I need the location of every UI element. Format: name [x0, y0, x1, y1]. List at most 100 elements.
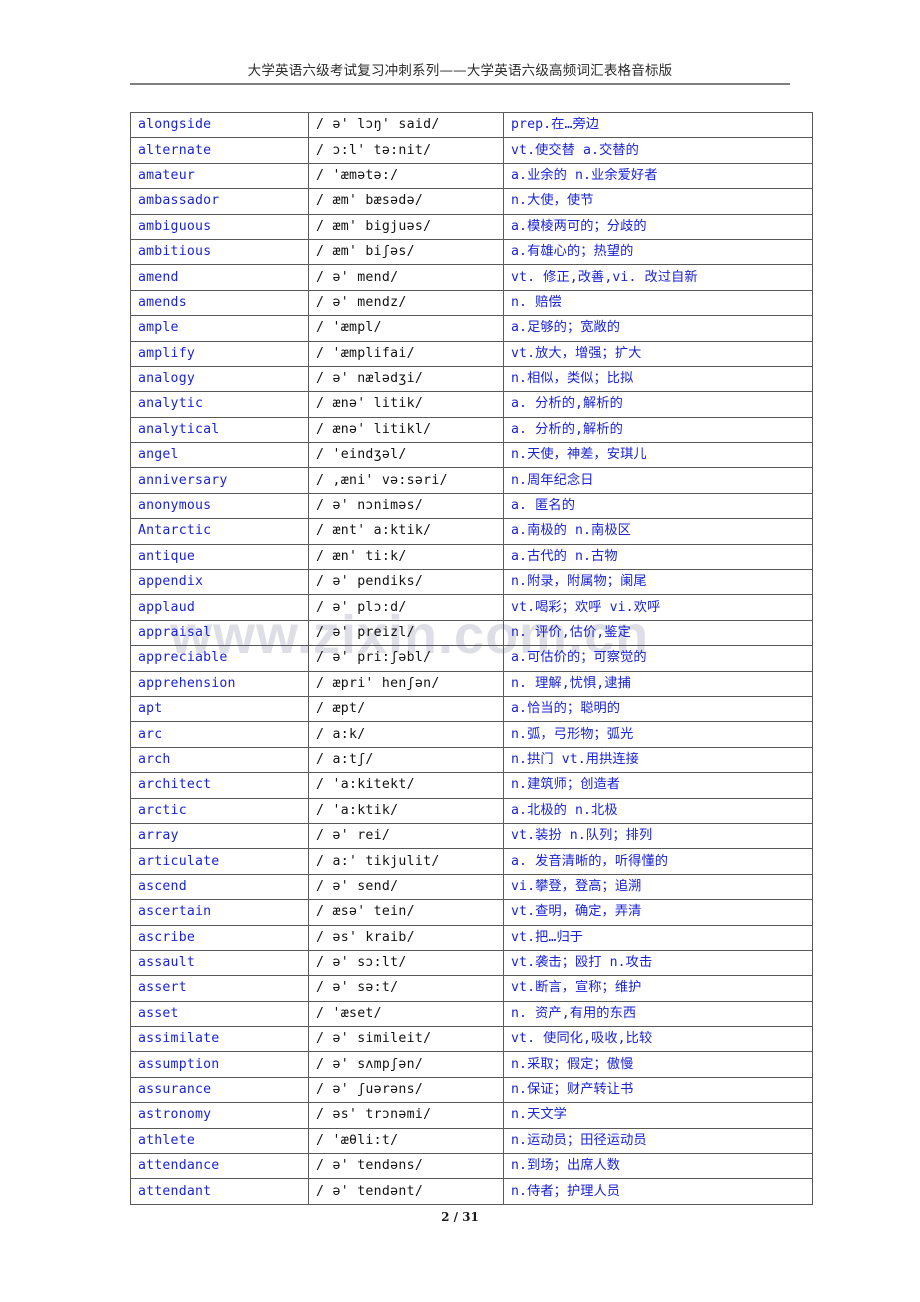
vocab-word: astronomy: [130, 1102, 309, 1129]
vocab-word: assimilate: [130, 1026, 309, 1053]
vocab-word: analytical: [130, 416, 309, 444]
vocab-word: architect: [130, 772, 309, 799]
vocab-meaning: n.周年纪念日: [503, 467, 813, 494]
table-row: ambassador / æm' bæsədə/n.大使，使节: [130, 188, 813, 215]
header-divider: [130, 83, 790, 85]
vocab-meaning: a. 匿名的: [503, 492, 813, 520]
vocab-phonetic: / ə' tendəns/: [308, 1153, 504, 1180]
table-row: attendance / ə' tendəns/n.到场；出席人数: [130, 1153, 813, 1180]
vocab-word: Antarctic: [130, 518, 309, 545]
vocab-phonetic: / ə' pendiks/: [308, 569, 504, 596]
vocab-meaning: vt.喝彩；欢呼 vi.欢呼: [503, 594, 813, 621]
vocab-meaning: n.建筑师；创造者: [503, 772, 813, 799]
vocab-word: asset: [130, 1000, 309, 1028]
vocab-meaning: a.恰当的；聪明的: [503, 695, 813, 723]
table-row: ascribe / əs' kraib/vt.把…归于: [130, 924, 813, 951]
vocab-word: amends: [130, 289, 309, 317]
vocab-meaning: a.可估价的；可察觉的: [503, 645, 813, 672]
vocab-meaning: n.到场；出席人数: [503, 1153, 813, 1180]
vocab-word: ambitious: [130, 238, 309, 266]
vocab-word: arctic: [130, 797, 309, 824]
vocab-phonetic: / ə' rei/: [308, 822, 504, 850]
table-row: appraisal / ə' preizl/n. 评价,估价,鉴定: [130, 619, 813, 647]
vocab-word: arc: [130, 721, 309, 748]
vocab-phonetic: / ə' sʌmpʃən/: [308, 1051, 504, 1078]
vocab-phonetic: / ænə' litikl/: [308, 416, 504, 444]
vocab-word: articulate: [130, 848, 309, 875]
vocab-word: angel: [130, 442, 309, 469]
vocab-meaning: n.保证；财产转让书: [503, 1076, 813, 1104]
vocab-word: array: [130, 822, 309, 850]
vocab-meaning: vi.攀登，登高；追溯: [503, 873, 813, 901]
vocab-phonetic: / 'æmpl/: [308, 315, 504, 342]
vocab-phonetic: / ,æni' və:səri/: [308, 467, 504, 494]
vocab-meaning: n.运动员；田径运动员: [503, 1127, 813, 1155]
vocab-meaning: a.足够的；宽敞的: [503, 315, 813, 342]
table-row: articulate / a:' tikjulit/a. 发音清晰的，听得懂的: [130, 848, 813, 875]
vocab-phonetic: / əs' trɔnəmi/: [308, 1102, 504, 1129]
table-row: amend / ə' mend/vt. 修正,改善,vi. 改过自新: [130, 264, 813, 291]
vocab-meaning: n.弧，弓形物；弧光: [503, 721, 813, 748]
table-row: anniversary / ,æni' və:səri/n.周年纪念日: [130, 467, 813, 494]
vocab-phonetic: / ə' simileit/: [308, 1026, 504, 1053]
vocab-word: arch: [130, 746, 309, 774]
table-row: applaud / ə' plɔ:d/vt.喝彩；欢呼 vi.欢呼: [130, 594, 813, 621]
table-row: arc / a:k/n.弧，弓形物；弧光: [130, 721, 813, 748]
vocab-phonetic: / 'æθli:t/: [308, 1127, 504, 1155]
vocab-word: ambiguous: [130, 213, 309, 240]
vocab-meaning: vt. 修正,改善,vi. 改过自新: [503, 264, 813, 291]
table-row: analogy / ə' nælədʒi/n.相似，类似；比拟: [130, 365, 813, 393]
vocab-word: assurance: [130, 1076, 309, 1104]
vocab-phonetic: / æm' biʃəs/: [308, 238, 504, 266]
vocab-meaning: a. 发音清晰的，听得懂的: [503, 848, 813, 875]
vocab-phonetic: / ə' sɔ:lt/: [308, 949, 504, 977]
vocab-meaning: vt.查明，确定，弄清: [503, 899, 813, 926]
vocab-phonetic: / æn' ti:k/: [308, 543, 504, 571]
vocab-word: alongside: [130, 111, 309, 139]
table-row: astronomy / əs' trɔnəmi/n.天文学: [130, 1102, 813, 1129]
table-row: athlete / 'æθli:t/n.运动员；田径运动员: [130, 1127, 813, 1155]
vocab-phonetic: / 'eindʒəl/: [308, 442, 504, 469]
table-row: assurance / ə' ʃuərəns/n.保证；财产转让书: [130, 1076, 813, 1104]
vocab-word: attendance: [130, 1153, 309, 1180]
page-header: 大学英语六级考试复习冲刺系列——大学英语六级高频词汇表格音标版: [130, 62, 790, 85]
vocab-phonetic: / æpt/: [308, 695, 504, 723]
vocab-phonetic: / ə' lɔŋ' said/: [308, 111, 504, 139]
vocab-phonetic: / a:k/: [308, 721, 504, 748]
vocab-word: attendant: [130, 1178, 309, 1205]
vocab-phonetic: / ə' mendz/: [308, 289, 504, 317]
table-row: assumption / ə' sʌmpʃən/n.采取；假定；傲慢: [130, 1051, 813, 1078]
table-row: angel / 'eindʒəl/n.天使，神差，安琪儿: [130, 442, 813, 469]
vocabulary-table-body: alongside / ə' lɔŋ' said/prep.在…旁边 alterna…: [130, 111, 813, 1205]
vocab-word: ample: [130, 315, 309, 342]
table-row: arch / a:tʃ/n.拱门 vt.用拱连接: [130, 746, 813, 774]
vocab-meaning: n.采取；假定；傲慢: [503, 1051, 813, 1078]
vocab-word: assert: [130, 975, 309, 1002]
vocab-meaning: vt.把…归于: [503, 924, 813, 951]
vocab-meaning: a. 分析的,解析的: [503, 416, 813, 444]
table-row: amplify / 'æmplifai/vt.放大，增强；扩大: [130, 340, 813, 367]
vocab-meaning: a.南极的 n.南极区: [503, 518, 813, 545]
table-row: apt / æpt/a.恰当的；聪明的: [130, 695, 813, 723]
vocab-meaning: a.模棱两可的；分歧的: [503, 213, 813, 240]
vocab-word: ascertain: [130, 899, 309, 926]
vocab-meaning: a.有雄心的；热望的: [503, 238, 813, 266]
vocab-word: analogy: [130, 365, 309, 393]
vocab-meaning: n.拱门 vt.用拱连接: [503, 746, 813, 774]
vocab-phonetic: / ə' tendənt/: [308, 1178, 504, 1205]
vocab-meaning: vt.袭击；殴打 n.攻击: [503, 949, 813, 977]
vocab-phonetic: / ə' sə:t/: [308, 975, 504, 1002]
vocab-meaning: n.大使，使节: [503, 188, 813, 215]
vocab-phonetic: / 'æset/: [308, 1000, 504, 1028]
vocab-word: athlete: [130, 1127, 309, 1155]
vocab-meaning: a.业余的 n.业余爱好者: [503, 162, 813, 190]
vocab-word: ascribe: [130, 924, 309, 951]
table-row: arctic / 'a:ktik/a.北极的 n.北极: [130, 797, 813, 824]
vocab-phonetic: / ə' nælədʒi/: [308, 365, 504, 393]
table-row: appendix / ə' pendiks/n.附录，附属物；阑尾: [130, 569, 813, 596]
vocab-meaning: n. 资产,有用的东西: [503, 1000, 813, 1028]
vocab-word: alternate: [130, 137, 309, 164]
vocab-word: apt: [130, 695, 309, 723]
header-title: 大学英语六级考试复习冲刺系列——大学英语六级高频词汇表格音标版: [247, 63, 673, 79]
vocab-word: assault: [130, 949, 309, 977]
